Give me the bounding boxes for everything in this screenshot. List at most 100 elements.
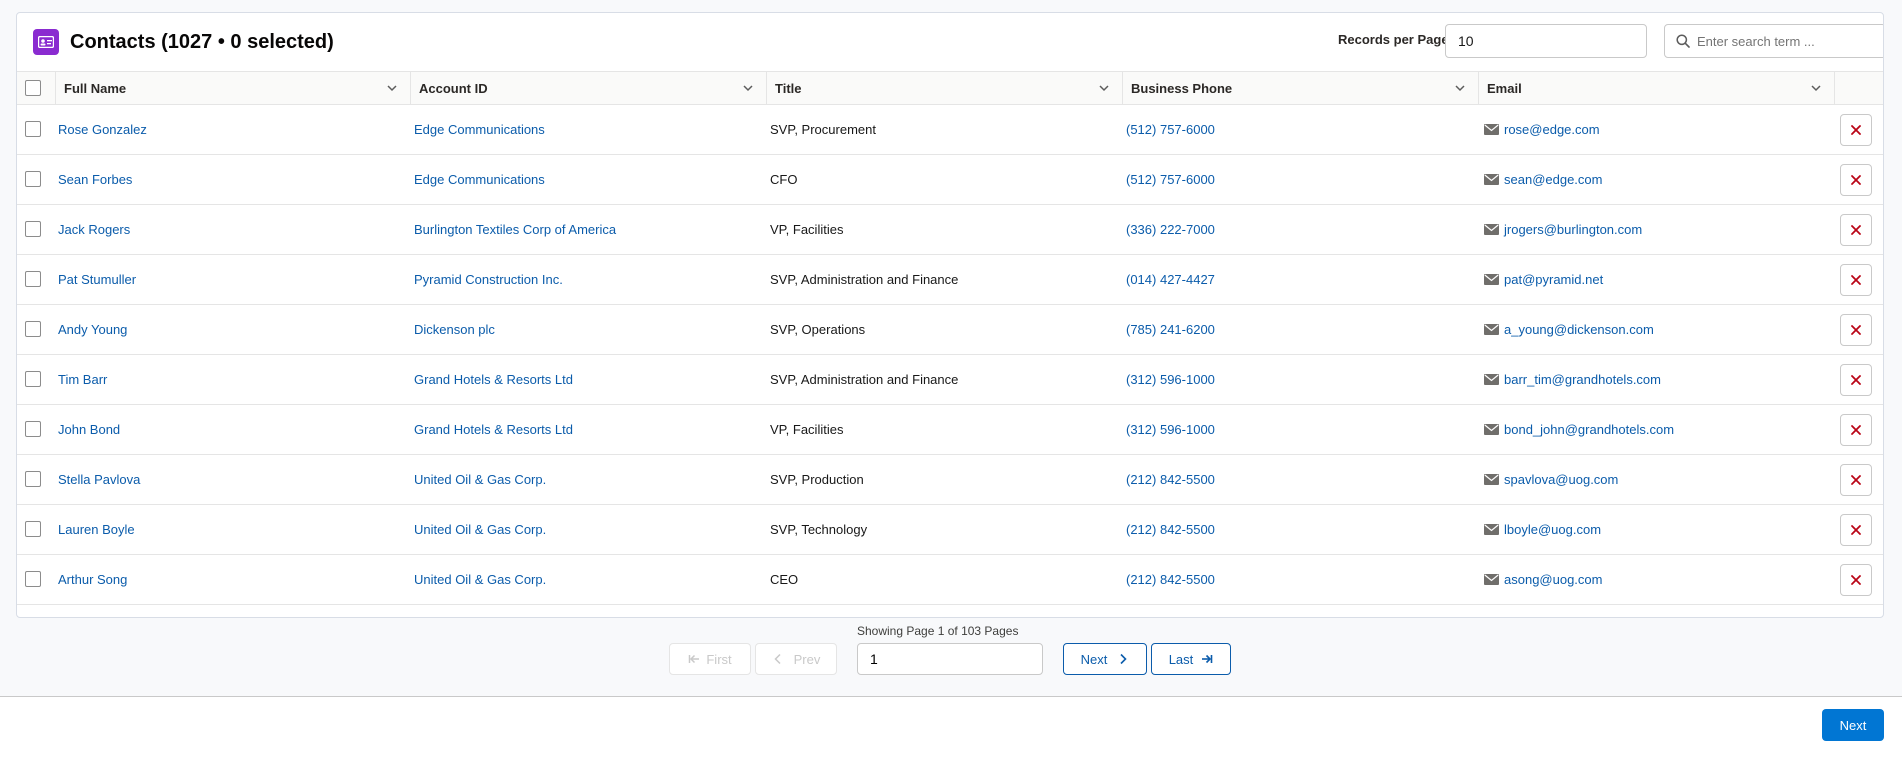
email-cell[interactable]: a_young@dickenson.com <box>1484 305 1654 354</box>
account-link[interactable]: United Oil & Gas Corp. <box>414 555 546 604</box>
email-link[interactable]: spavlova@uog.com <box>1504 472 1618 487</box>
column-header-account-id[interactable]: Account ID <box>411 72 767 105</box>
email-link[interactable]: sean@edge.com <box>1504 172 1602 187</box>
delete-row-button[interactable] <box>1840 314 1872 346</box>
first-page-button[interactable]: First <box>669 643 751 675</box>
delete-row-button[interactable] <box>1840 564 1872 596</box>
phone-link[interactable]: (512) 757-6000 <box>1126 155 1215 204</box>
row-select-checkbox[interactable] <box>25 571 41 587</box>
contact-name-link[interactable]: Lauren Boyle <box>58 505 135 554</box>
footer-bar: Next <box>0 696 1902 760</box>
delete-row-button[interactable] <box>1840 214 1872 246</box>
email-cell[interactable]: rose@edge.com <box>1484 105 1600 154</box>
column-header-email[interactable]: Email <box>1479 72 1835 105</box>
delete-row-button[interactable] <box>1840 414 1872 446</box>
contacts-card: Contacts (1027 • 0 selected) Records per… <box>16 12 1884 618</box>
phone-link[interactable]: (785) 241-6200 <box>1126 305 1215 354</box>
row-select-checkbox[interactable] <box>25 521 41 537</box>
column-label: Business Phone <box>1131 81 1233 96</box>
last-page-button[interactable]: Last <box>1151 643 1231 675</box>
contact-name-link[interactable]: Sean Forbes <box>58 155 132 204</box>
row-select-checkbox[interactable] <box>25 421 41 437</box>
email-icon <box>1484 124 1499 135</box>
account-link[interactable]: Pyramid Construction Inc. <box>414 255 563 304</box>
email-cell[interactable]: jrogers@burlington.com <box>1484 205 1642 254</box>
phone-link[interactable]: (212) 842-5500 <box>1126 505 1215 554</box>
search-box[interactable] <box>1664 24 1883 58</box>
contact-name-link[interactable]: Stella Pavlova <box>58 455 140 504</box>
phone-link[interactable]: (312) 596-1000 <box>1126 355 1215 404</box>
phone-link[interactable]: (336) 222-7000 <box>1126 205 1215 254</box>
select-all-checkbox[interactable] <box>25 80 41 96</box>
phone-link[interactable]: (212) 842-5500 <box>1126 555 1215 604</box>
prev-page-button[interactable]: Prev <box>755 643 837 675</box>
column-header-full-name[interactable]: Full Name <box>56 72 411 105</box>
email-cell[interactable]: pat@pyramid.net <box>1484 255 1603 304</box>
phone-link[interactable]: (014) 427-4427 <box>1126 255 1215 304</box>
delete-row-button[interactable] <box>1840 464 1872 496</box>
table-header: Full Name Account ID Title Business Phon… <box>17 71 1883 105</box>
delete-row-button[interactable] <box>1840 364 1872 396</box>
page-number-input[interactable] <box>857 643 1043 675</box>
account-link[interactable]: Edge Communications <box>414 105 545 154</box>
delete-row-button[interactable] <box>1840 514 1872 546</box>
phone-link[interactable]: (312) 596-1000 <box>1126 405 1215 454</box>
contact-name-link[interactable]: Arthur Song <box>58 555 127 604</box>
footer-next-button[interactable]: Next <box>1822 709 1884 741</box>
records-per-page-input[interactable] <box>1445 24 1647 58</box>
email-cell[interactable]: spavlova@uog.com <box>1484 455 1618 504</box>
column-header-business-phone[interactable]: Business Phone <box>1123 72 1479 105</box>
contact-name-link[interactable]: Andy Young <box>58 305 127 354</box>
email-link[interactable]: asong@uog.com <box>1504 572 1602 587</box>
email-cell[interactable]: lboyle@uog.com <box>1484 505 1601 554</box>
email-cell[interactable]: sean@edge.com <box>1484 155 1602 204</box>
next-page-button[interactable]: Next <box>1063 643 1147 675</box>
chevron-down-icon[interactable] <box>742 82 754 94</box>
email-icon <box>1484 574 1499 585</box>
row-select-checkbox[interactable] <box>25 371 41 387</box>
contact-name-link[interactable]: Rose Gonzalez <box>58 105 147 154</box>
phone-link[interactable]: (512) 757-6000 <box>1126 105 1215 154</box>
row-select-checkbox[interactable] <box>25 221 41 237</box>
delete-row-button[interactable] <box>1840 264 1872 296</box>
account-link[interactable]: Burlington Textiles Corp of America <box>414 205 616 254</box>
row-select-checkbox[interactable] <box>25 271 41 287</box>
account-link[interactable]: Grand Hotels & Resorts Ltd <box>414 405 573 454</box>
chevron-down-icon[interactable] <box>1454 82 1466 94</box>
email-link[interactable]: bond_john@grandhotels.com <box>1504 422 1674 437</box>
delete-row-button[interactable] <box>1840 114 1872 146</box>
chevron-down-icon[interactable] <box>386 82 398 94</box>
column-header-title[interactable]: Title <box>767 72 1123 105</box>
email-cell[interactable]: barr_tim@grandhotels.com <box>1484 355 1661 404</box>
contact-name-link[interactable]: Pat Stumuller <box>58 255 136 304</box>
close-icon <box>1851 525 1861 535</box>
account-link[interactable]: Edge Communications <box>414 155 545 204</box>
account-link[interactable]: Dickenson plc <box>414 305 495 354</box>
email-link[interactable]: a_young@dickenson.com <box>1504 322 1654 337</box>
records-per-page-label: Records per Page <box>1338 32 1449 47</box>
chevron-down-icon[interactable] <box>1098 82 1110 94</box>
chevron-down-icon[interactable] <box>1810 82 1822 94</box>
row-select-checkbox[interactable] <box>25 321 41 337</box>
row-select-checkbox[interactable] <box>25 171 41 187</box>
email-link[interactable]: jrogers@burlington.com <box>1504 222 1642 237</box>
row-select-checkbox[interactable] <box>25 121 41 137</box>
email-cell[interactable]: bond_john@grandhotels.com <box>1484 405 1674 454</box>
email-link[interactable]: rose@edge.com <box>1504 122 1600 137</box>
email-cell[interactable]: asong@uog.com <box>1484 555 1602 604</box>
account-link[interactable]: United Oil & Gas Corp. <box>414 455 546 504</box>
email-link[interactable]: pat@pyramid.net <box>1504 272 1603 287</box>
account-link[interactable]: Grand Hotels & Resorts Ltd <box>414 355 573 404</box>
phone-link[interactable]: (212) 842-5500 <box>1126 455 1215 504</box>
search-input[interactable] <box>1697 25 1883 57</box>
email-link[interactable]: lboyle@uog.com <box>1504 522 1601 537</box>
row-select-checkbox[interactable] <box>25 471 41 487</box>
contact-name-link[interactable]: Jack Rogers <box>58 205 130 254</box>
account-link[interactable]: United Oil & Gas Corp. <box>414 505 546 554</box>
delete-row-button[interactable] <box>1840 164 1872 196</box>
email-icon <box>1484 174 1499 185</box>
contact-name-link[interactable]: John Bond <box>58 405 120 454</box>
contact-name-link[interactable]: Tim Barr <box>58 355 107 404</box>
email-link[interactable]: barr_tim@grandhotels.com <box>1504 372 1661 387</box>
table-row: Rose Gonzalez Edge Communications SVP, P… <box>17 105 1883 155</box>
